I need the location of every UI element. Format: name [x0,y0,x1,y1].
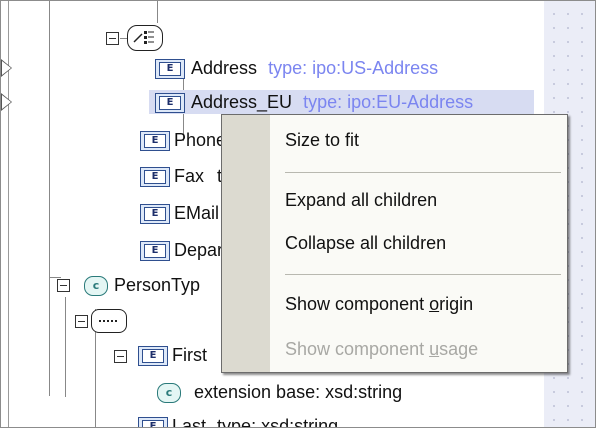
complex-type-icon: c [84,276,108,296]
tree-item-last[interactable]: Last type: xsd:string [172,415,339,428]
complex-type-name: PersonTyp [114,275,201,295]
element-name: Phone [174,130,227,150]
sequence-compositor-icon[interactable] [91,309,127,333]
element-type: type: xsd:string [217,416,339,428]
tree-connector [49,277,61,278]
element-name: EMail [174,203,220,223]
tree-item-first[interactable]: First [172,344,207,366]
menu-separator [285,274,561,275]
element-name: Address [191,58,258,78]
menu-item-collapse-all-children[interactable]: Collapse all children [285,232,446,254]
tree-item-department[interactable]: Depar [174,239,223,261]
menu-separator [285,172,561,173]
element-name: Fax [174,166,205,186]
element-icon: E [138,417,168,427]
tree-item-address-eu[interactable]: Address_EU type: ipo:EU-Address [191,91,473,113]
context-menu: Size to fit Expand all children Collapse… [221,114,568,373]
connector-arrow-icon [2,95,11,109]
element-name: Last [172,416,207,428]
tree-item-address[interactable]: Address type: ipo:US-Address [191,57,438,79]
menu-item-size-to-fit[interactable]: Size to fit [285,129,359,151]
menu-item-show-component-origin[interactable]: Show component origin [285,293,473,315]
element-name: Depar [174,240,224,260]
tree-item-phone[interactable]: Phone [174,129,226,151]
collapse-toggle[interactable] [106,32,119,45]
element-icon: E [138,346,168,366]
element-icon: E [155,93,185,113]
element-icon: E [140,167,170,187]
element-icon: E [140,241,170,261]
tree-item-fax[interactable]: Fax t [174,165,222,187]
element-icon: E [140,131,170,151]
tree-item-persontype[interactable]: PersonTyp [114,274,200,296]
extension-text: extension base: xsd:string [194,382,403,402]
element-type: type: ipo:US-Address [268,58,439,78]
menu-item-expand-all-children[interactable]: Expand all children [285,189,437,211]
tree-connector [157,1,158,23]
complex-type-icon: c [157,383,181,403]
choice-compositor-icon[interactable] [127,25,163,51]
menu-icon-stripe [222,115,270,372]
collapse-toggle[interactable] [75,315,88,328]
tree-connector [49,1,50,396]
connector-arrow-icon [2,61,11,75]
element-icon: E [140,204,170,224]
tree-item-extension-base[interactable]: extension base: xsd:string [194,381,402,403]
element-name: First [172,345,207,365]
tree-connector [65,297,66,397]
collapse-toggle[interactable] [114,350,127,363]
element-type: type: ipo:EU-Address [303,92,474,112]
tree-item-email[interactable]: EMail [174,202,219,224]
collapse-toggle[interactable] [57,279,70,292]
menu-item-show-component-usage[interactable]: Show component usage [285,338,478,360]
element-name: Address_EU [191,92,293,112]
element-icon: E [155,59,185,79]
